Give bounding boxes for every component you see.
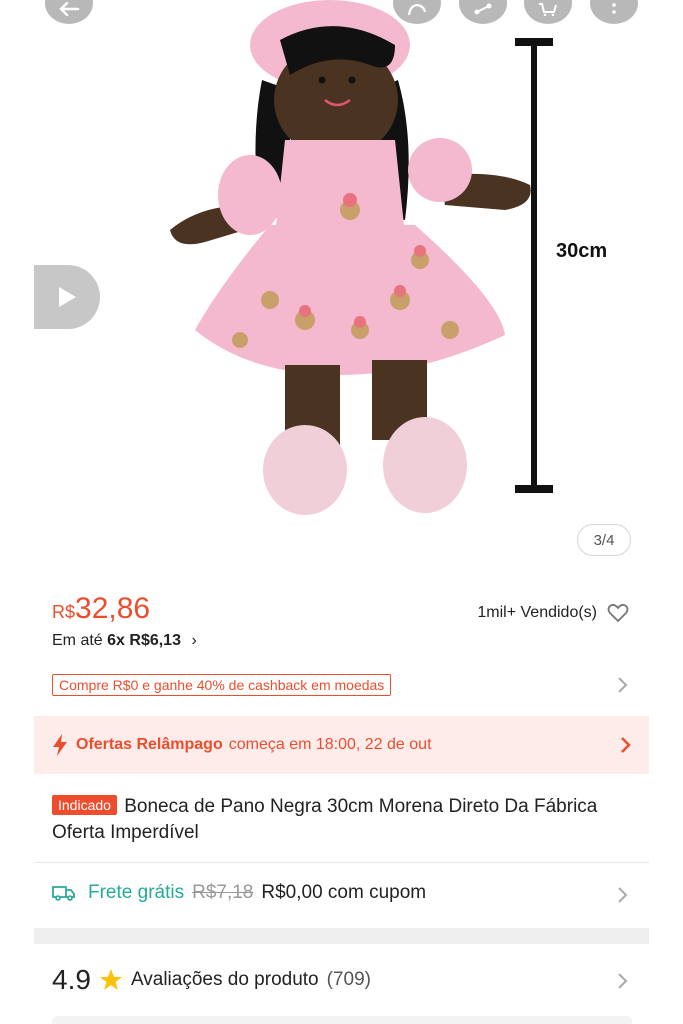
lightning-icon (53, 734, 67, 756)
heart-icon[interactable] (607, 603, 629, 623)
installments[interactable]: Em até 6x R$6,13 › (52, 632, 197, 650)
price: R$ 32,86 (52, 592, 150, 626)
rating-score: 4.9 (52, 964, 91, 995)
image-counter: 3/4 (577, 524, 631, 556)
shipping-row[interactable]: Frete grátis R$7,18 R$0,00 com cupom (52, 882, 426, 904)
play-icon (59, 287, 76, 307)
sold-count: 1mil+ Vendido(s) (477, 603, 629, 623)
truck-icon (52, 886, 75, 901)
new-shipping-price: R$0,00 com cupom (261, 882, 427, 903)
price-value: 32,86 (75, 592, 151, 625)
rating-label: Avaliações do produto (130, 969, 319, 990)
product-image-carousel[interactable]: 30cm 3/4 (0, 0, 683, 575)
product-rating-row[interactable]: 4.9 Avaliações do produto (709) (52, 964, 371, 996)
free-shipping-label: Frete grátis (88, 882, 185, 903)
installments-value: 6x R$6,13 (107, 632, 181, 649)
flash-sale-banner[interactable]: Ofertas Relâmpago começa em 18:00, 22 de… (34, 716, 649, 774)
old-shipping-price: R$7,18 (192, 882, 254, 903)
flash-chevron-icon (621, 737, 631, 753)
installments-prefix: Em até (52, 632, 103, 649)
flash-sale-title: Ofertas Relâmpago (76, 736, 223, 753)
product-title: Indicado Boneca de Pano Negra 30cm Moren… (52, 794, 612, 846)
chevron-right-icon: › (191, 632, 197, 649)
cashback-badge[interactable]: Compre R$0 e ganhe 40% de cashback em mo… (52, 674, 392, 696)
recommended-tag: Indicado (52, 795, 117, 815)
divider (34, 862, 649, 863)
rating-chevron-icon[interactable] (616, 972, 628, 990)
product-title-text: Boneca de Pano Negra 30cm Morena Direto … (52, 796, 598, 843)
star-icon (99, 969, 122, 990)
price-currency: R$ (52, 602, 76, 622)
shipping-chevron-icon[interactable] (616, 886, 628, 904)
cashback-chevron-icon[interactable] (616, 676, 628, 694)
next-section-preview (52, 1016, 632, 1024)
play-video-button[interactable] (34, 265, 100, 329)
rating-count: (709) (326, 969, 371, 990)
dimension-label: 30cm (556, 240, 608, 262)
doll-product-image (170, 0, 553, 515)
flash-sale-time: começa em 18:00, 22 de out (228, 736, 432, 753)
section-separator (34, 928, 649, 944)
sold-label: 1mil+ Vendido(s) (477, 604, 597, 621)
